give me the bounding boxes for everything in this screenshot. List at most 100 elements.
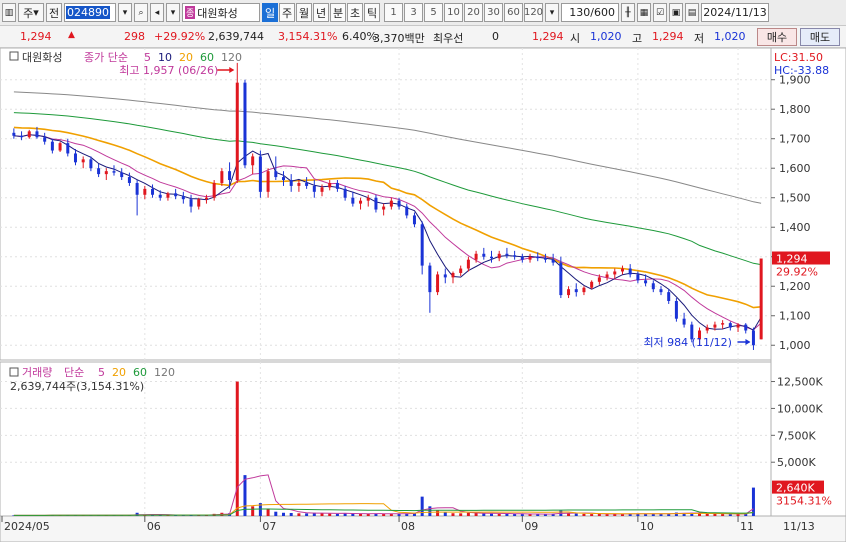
quote-amount: 3,370백만 <box>373 32 425 45</box>
save-icon[interactable]: ▣ <box>669 3 683 22</box>
volume-bar <box>274 511 278 516</box>
interval-tab-60[interactable]: 60 <box>504 3 523 22</box>
interval-tab-5[interactable]: 5 <box>424 3 443 22</box>
candle-body <box>490 256 494 259</box>
volume-tick-label: 12,500K <box>777 376 823 389</box>
quote-best-value: 0 <box>492 30 499 43</box>
calendar-icon[interactable]: ▤ <box>685 3 699 22</box>
candle-body <box>366 197 370 201</box>
search-icon[interactable]: ⌕ <box>134 3 148 22</box>
interval-tabs: 1 3 5 10 20 30 60 120 <box>384 3 543 22</box>
month-label: 06 <box>147 520 161 533</box>
candle-body <box>343 188 347 198</box>
volume-bar <box>251 506 255 516</box>
current-volume-pct: 3154.31% <box>776 495 832 508</box>
volume-ma-legend-60: 60 <box>133 366 147 379</box>
sell-button[interactable]: 매도 <box>800 28 840 46</box>
quote-bar: 1,294 ▲ 298 +29.92% 2,639,744 3,154.31% … <box>0 26 846 48</box>
candle-body <box>736 324 740 328</box>
stock-name-field[interactable]: 종 대원화성 <box>182 3 260 22</box>
quote-open-label: 시 <box>570 32 581 45</box>
checkbox-icon[interactable]: ☑ <box>653 3 667 22</box>
layout-icon[interactable]: ▥ <box>2 3 16 22</box>
candle-body <box>235 82 239 181</box>
volume-bar <box>428 506 432 516</box>
candle-body <box>135 182 139 195</box>
candle-body <box>258 156 262 192</box>
candle-body <box>682 318 686 325</box>
period-tab-0[interactable]: 일 <box>262 3 278 22</box>
volume-bar <box>289 512 293 516</box>
buy-button[interactable]: 매수 <box>757 28 797 46</box>
candle-body <box>705 327 709 331</box>
volume-bar <box>520 514 524 516</box>
period-tab-4[interactable]: 분 <box>330 3 346 22</box>
code-dropdown-icon[interactable]: ▾ <box>118 3 132 22</box>
candle-body <box>112 171 116 173</box>
month-label: 11 <box>740 520 754 533</box>
date-end-label: 11/13 <box>783 520 815 533</box>
chevron-down-icon[interactable]: ▾ <box>166 3 180 22</box>
interval-tab-3[interactable]: 3 <box>404 3 423 22</box>
volume-panel-title: 거래량 <box>22 366 52 379</box>
candle-body <box>482 253 486 257</box>
candle-body <box>397 200 401 207</box>
candle-body <box>590 281 594 288</box>
candle-body <box>459 268 463 273</box>
interval-tab-120[interactable]: 120 <box>524 3 543 22</box>
quote-high: 1,294 <box>652 30 684 43</box>
month-label: 2024/05 <box>4 520 50 533</box>
count-input[interactable]: 130/600 <box>561 3 619 22</box>
candle-body <box>536 256 540 259</box>
stock-chart[interactable]: 1,9001,8001,7001,6001,5001,4001,3001,200… <box>0 47 846 543</box>
candle-body <box>613 271 617 275</box>
candle-body <box>166 193 170 198</box>
period-tab-1[interactable]: 주 <box>279 3 295 22</box>
candle-body <box>27 131 31 138</box>
interval-tab-20[interactable]: 20 <box>464 3 483 22</box>
volume-bar <box>590 514 594 516</box>
interval-dropdown-icon[interactable]: ▾ <box>545 3 559 22</box>
market-dropdown[interactable]: 주 ▾ <box>18 3 44 22</box>
candle-icon[interactable]: ╫ <box>621 3 635 22</box>
candle-body <box>104 171 108 175</box>
candle-body <box>58 143 62 151</box>
candle-body <box>389 200 393 207</box>
candle-body <box>243 82 247 166</box>
candle-body <box>251 156 255 166</box>
period-tab-5[interactable]: 초 <box>347 3 363 22</box>
speaker-icon[interactable]: ◂ <box>150 3 164 22</box>
candle-body <box>451 272 455 278</box>
candle-body <box>505 253 509 256</box>
interval-tab-1[interactable]: 1 <box>384 3 403 22</box>
candle-body <box>89 159 93 169</box>
quote-open: 1,020 <box>590 30 622 43</box>
period-tab-3[interactable]: 년 <box>313 3 329 22</box>
interval-tab-10[interactable]: 10 <box>444 3 463 22</box>
stock-name-text: 대원화성 <box>197 6 238 20</box>
candle-body <box>528 256 532 260</box>
price-tick-label: 1,600 <box>779 162 811 175</box>
stock-code-input[interactable]: 024890 <box>64 3 116 22</box>
chart-settings-icon[interactable]: ▦ <box>637 3 651 22</box>
volume-bar <box>335 513 339 516</box>
quote-last: 1,294 <box>532 30 564 43</box>
period-tab-2[interactable]: 월 <box>296 3 312 22</box>
price-tick-label: 1,700 <box>779 133 811 146</box>
candle-body <box>197 199 201 207</box>
candle-body <box>97 168 101 175</box>
candle-body <box>220 171 224 183</box>
period-tab-6[interactable]: 틱 <box>364 3 380 22</box>
current-price-pct: 29.92% <box>776 266 818 279</box>
candle-body <box>543 258 547 260</box>
candle-body <box>312 185 316 192</box>
candle-body <box>289 180 293 186</box>
volume-bar <box>490 513 494 516</box>
chart-area[interactable]: 1,9001,8001,7001,6001,5001,4001,3001,200… <box>0 47 846 543</box>
candle-body <box>466 259 470 269</box>
candle-body <box>574 289 578 293</box>
mode-button[interactable]: 전 <box>46 3 62 22</box>
candle-body <box>382 206 386 210</box>
date-input[interactable]: 2024/11/13 <box>701 3 769 22</box>
interval-tab-30[interactable]: 30 <box>484 3 503 22</box>
